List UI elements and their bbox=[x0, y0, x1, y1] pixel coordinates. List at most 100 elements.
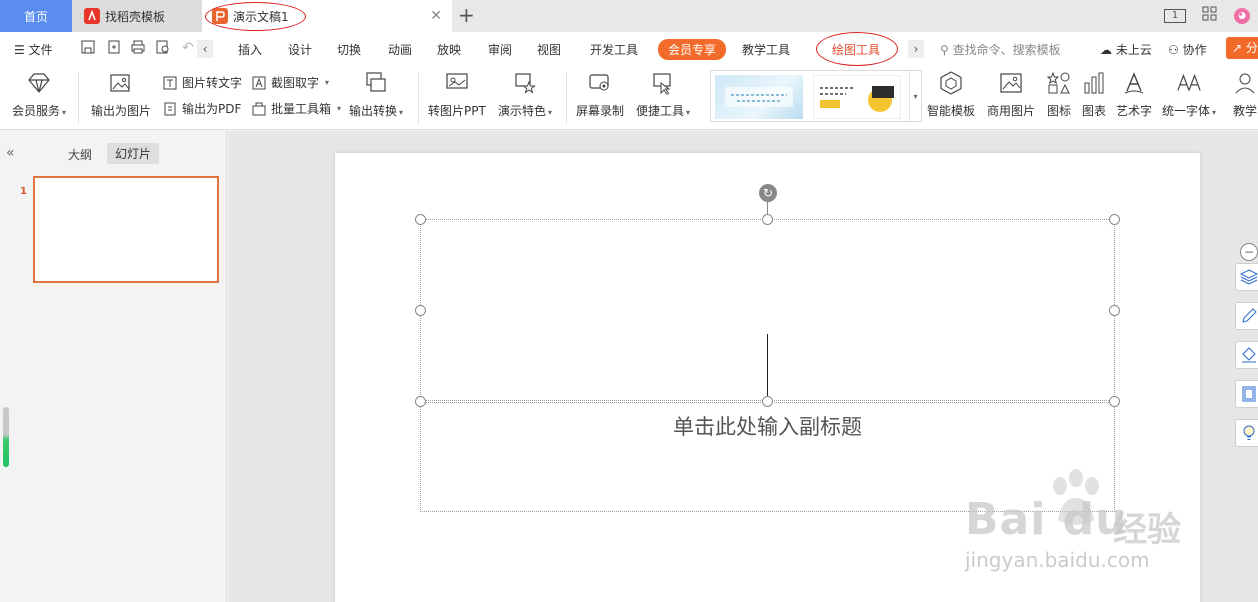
share-button[interactable]: ↗ 分 bbox=[1226, 37, 1258, 59]
icon-button[interactable]: 图标 bbox=[1046, 70, 1072, 119]
daoke-logo-icon bbox=[84, 8, 100, 24]
image-export-icon bbox=[108, 70, 134, 96]
user-icon: ⚇ bbox=[1168, 43, 1179, 57]
image-ppt-icon bbox=[444, 70, 470, 96]
rotate-handle-icon[interactable]: ↻ bbox=[759, 184, 777, 202]
avatar[interactable]: ◕ bbox=[1234, 7, 1250, 24]
pic-to-text-button[interactable]: 图片转文字 bbox=[162, 74, 242, 91]
file-menu[interactable]: ☰ 文件 bbox=[14, 41, 53, 58]
collaborate-button[interactable]: ⚇ 协作 bbox=[1168, 41, 1207, 58]
tab-home[interactable]: 首页 bbox=[0, 0, 72, 32]
teaching-tools-button[interactable]: 教学 bbox=[1232, 70, 1258, 119]
cloud-status[interactable]: ☁ 未上云 bbox=[1100, 41, 1152, 58]
vip-service-button[interactable]: 会员服务 ▾ bbox=[12, 70, 66, 119]
batch-tools-label: 批量工具箱 bbox=[271, 102, 332, 116]
export-icon[interactable] bbox=[106, 40, 122, 56]
close-icon[interactable]: ✕ bbox=[430, 8, 442, 24]
special-effects-button[interactable]: 演示特色 ▾ bbox=[498, 70, 552, 119]
command-search[interactable]: ⚲ 查找命令、搜索模板 bbox=[940, 41, 1061, 58]
template-thumbnail[interactable] bbox=[813, 75, 901, 119]
resize-handle[interactable] bbox=[762, 214, 773, 225]
resize-handle[interactable] bbox=[762, 396, 773, 407]
print-icon[interactable] bbox=[130, 40, 146, 56]
resize-handle[interactable] bbox=[1109, 396, 1120, 407]
ribbon-divider bbox=[418, 72, 419, 124]
cloud-status-label: 未上云 bbox=[1115, 43, 1152, 57]
layout-badge[interactable]: 1 bbox=[1164, 8, 1186, 23]
menu-scroll-left-icon[interactable]: ‹ bbox=[197, 40, 213, 58]
undo-icon[interactable]: ↶ bbox=[180, 40, 196, 56]
layers-icon[interactable] bbox=[1235, 263, 1258, 291]
menu-animation[interactable]: 动画 bbox=[388, 41, 412, 58]
icon-label: 图标 bbox=[1046, 104, 1071, 118]
pic-to-ppt-label: 转图片PPT bbox=[428, 104, 486, 118]
screen-record-button[interactable]: 屏幕录制 bbox=[576, 70, 624, 119]
export-pdf-button[interactable]: 输出为PDF bbox=[162, 100, 241, 117]
window-controls: 1 ◕ bbox=[1164, 6, 1250, 25]
watermark-cn-text: 经验 bbox=[1113, 510, 1181, 550]
chart-button[interactable]: 图表 bbox=[1081, 70, 1107, 119]
slide-thumbnail[interactable] bbox=[33, 176, 219, 283]
resize-handle[interactable] bbox=[415, 214, 426, 225]
rotate-stem bbox=[767, 202, 768, 214]
tab-bar: 首页 找稻壳模板 演示文稿1 ✕ + 1 ◕ bbox=[0, 0, 1258, 32]
resize-handle[interactable] bbox=[415, 305, 426, 316]
fill-bucket-icon[interactable] bbox=[1235, 341, 1258, 369]
menu-scroll-right-icon[interactable]: › bbox=[908, 40, 924, 58]
pen-icon[interactable] bbox=[1235, 302, 1258, 330]
resize-handle[interactable] bbox=[1109, 214, 1120, 225]
menu-slideshow[interactable]: 放映 bbox=[437, 41, 461, 58]
subtitle-placeholder-text[interactable]: 单击此处输入副标题 bbox=[420, 411, 1115, 441]
pic-to-ppt-button[interactable]: 转图片PPT bbox=[428, 70, 486, 119]
menu-vip[interactable]: 会员专享 bbox=[658, 39, 727, 60]
save-icon[interactable] bbox=[80, 40, 96, 56]
menu-transition[interactable]: 切换 bbox=[337, 41, 361, 58]
export-image-label: 输出为图片 bbox=[91, 104, 152, 118]
new-tab-button[interactable]: + bbox=[458, 4, 475, 26]
pdf-icon bbox=[162, 101, 178, 117]
resize-handle[interactable] bbox=[1109, 305, 1120, 316]
menu-teaching[interactable]: 教学工具 bbox=[742, 41, 790, 58]
menu-view[interactable]: 视图 bbox=[537, 41, 561, 58]
star-slides-icon bbox=[512, 70, 538, 96]
scroll-indicator[interactable] bbox=[3, 407, 9, 467]
resize-handle[interactable] bbox=[415, 396, 426, 407]
lightbulb-icon[interactable] bbox=[1235, 419, 1258, 447]
menu-bar: ☰ 文件 ↶ ‹ 插入 设计 切换 动画 放映 审阅 视图 开发工具 会员专享 … bbox=[0, 32, 1258, 66]
text-capture-icon bbox=[251, 75, 267, 91]
tab-template[interactable]: 找稻壳模板 bbox=[72, 0, 202, 32]
watermark-logo-text: Bai du bbox=[965, 494, 1128, 545]
slides-tab[interactable]: 幻灯片 bbox=[107, 143, 160, 164]
export-convert-button[interactable]: 输出转换 ▾ bbox=[349, 70, 403, 119]
outline-tab[interactable]: 大纲 bbox=[68, 146, 92, 163]
gallery-more-icon[interactable]: ▾ bbox=[909, 71, 921, 121]
unify-font-button[interactable]: 统一字体 ▾ bbox=[1162, 70, 1216, 119]
screenshot-text-button[interactable]: 截图取字 ▾ bbox=[251, 74, 329, 91]
stock-image-button[interactable]: 商用图片 bbox=[987, 70, 1035, 119]
text-cursor bbox=[767, 334, 768, 396]
batch-tools-button[interactable]: 批量工具箱 ▾ bbox=[251, 100, 341, 117]
collapse-panel-icon[interactable]: « bbox=[6, 145, 15, 161]
menu-design[interactable]: 设计 bbox=[288, 41, 312, 58]
art-text-icon bbox=[1121, 70, 1147, 96]
menu-developer[interactable]: 开发工具 bbox=[590, 41, 638, 58]
font-icon bbox=[1176, 70, 1202, 96]
collapse-float-tools-icon[interactable]: − bbox=[1240, 243, 1258, 261]
teaching-icon bbox=[1232, 70, 1258, 96]
art-text-button[interactable]: 艺术字 bbox=[1116, 70, 1152, 119]
picture-icon bbox=[998, 70, 1024, 96]
pic-text-icon bbox=[162, 75, 178, 91]
layout-badge-label: 1 bbox=[1171, 10, 1179, 21]
unify-font-label: 统一字体 bbox=[1162, 104, 1211, 118]
quick-tools-button[interactable]: 便捷工具 ▾ bbox=[636, 70, 690, 119]
menu-insert[interactable]: 插入 bbox=[238, 41, 262, 58]
print-preview-icon[interactable] bbox=[155, 40, 171, 56]
border-frame-icon[interactable] bbox=[1235, 380, 1258, 408]
menu-review[interactable]: 审阅 bbox=[488, 41, 512, 58]
annotation-ellipse-tab bbox=[205, 2, 306, 31]
grid-apps-icon[interactable] bbox=[1202, 6, 1218, 25]
template-thumbnail[interactable] bbox=[715, 75, 803, 119]
export-image-button[interactable]: 输出为图片 bbox=[91, 70, 151, 119]
smart-template-button[interactable]: 智能模板 bbox=[927, 70, 975, 119]
hexagon-icon bbox=[938, 70, 964, 96]
